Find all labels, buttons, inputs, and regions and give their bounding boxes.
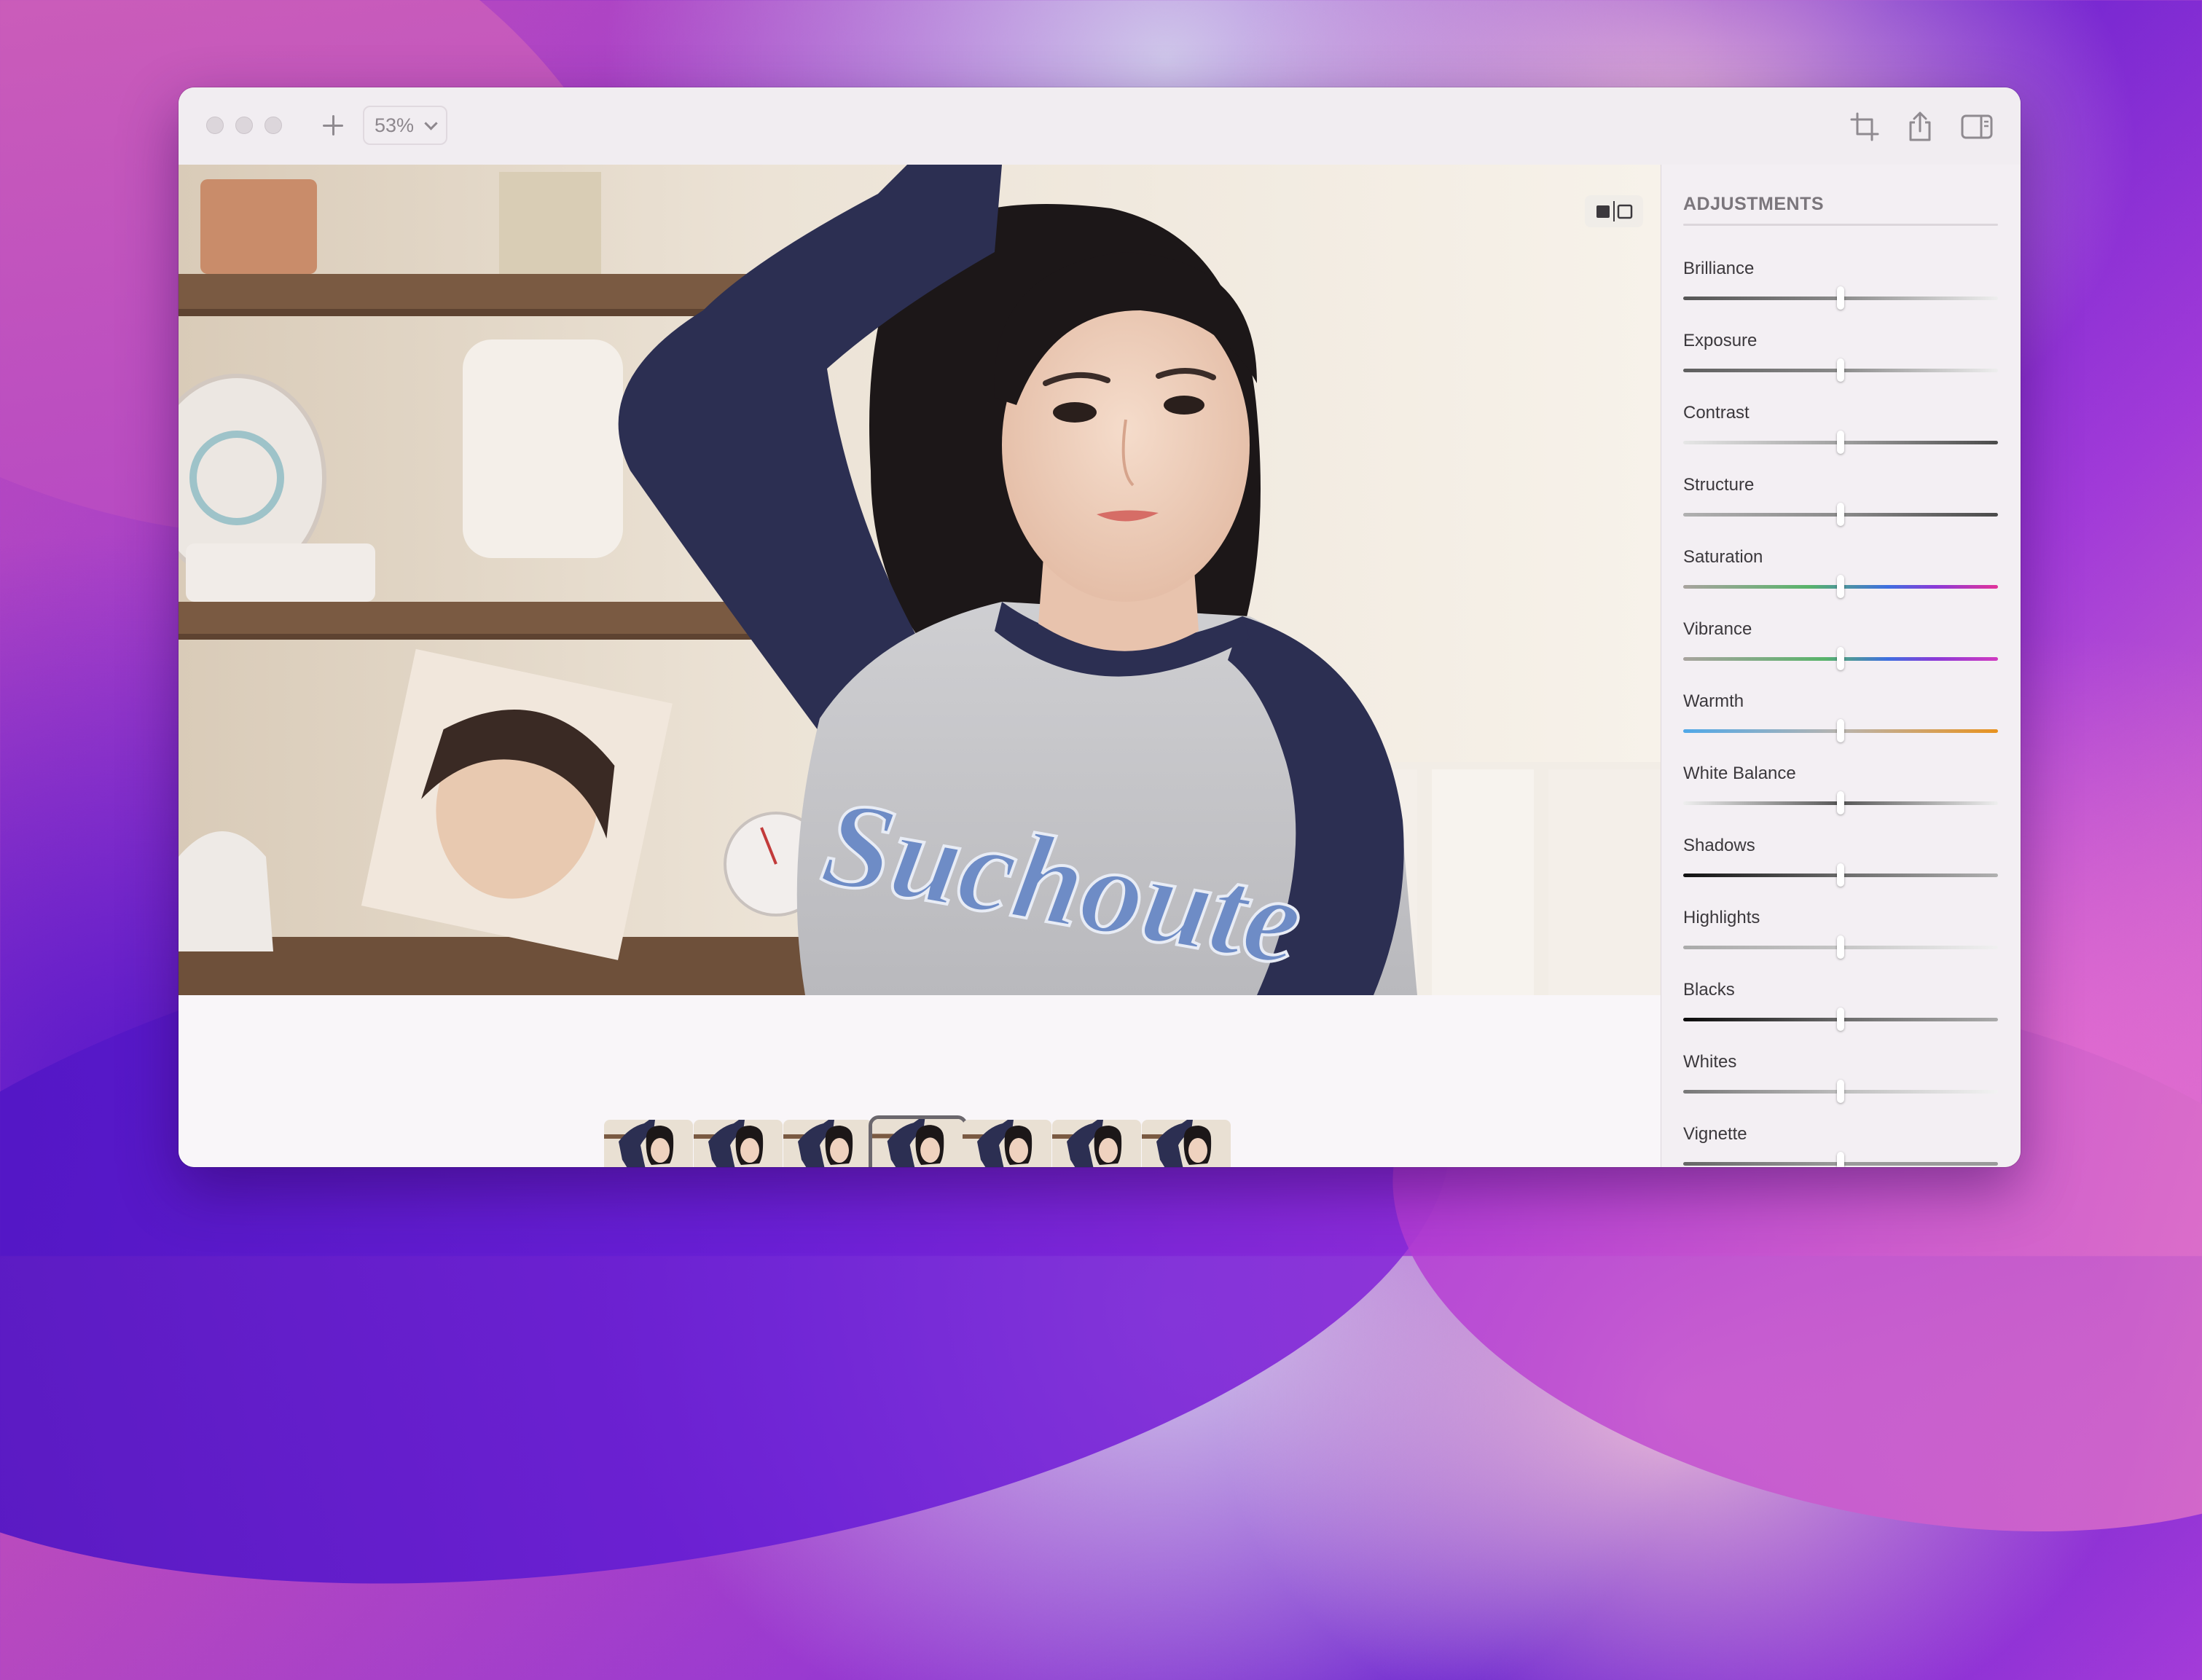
saturation-label: Saturation: [1683, 547, 1763, 567]
highlights-slider-thumb[interactable]: [1837, 935, 1844, 959]
filmstrip-thumbnail[interactable]: [1142, 1120, 1231, 1167]
chevron-down-icon: [424, 117, 438, 130]
exposure-label: Exposure: [1683, 331, 1758, 350]
adjustment-blacks: Blacks: [1683, 980, 1998, 1051]
adjustments-title: ADJUSTMENTS: [1683, 194, 1825, 214]
divider: [1683, 224, 1998, 226]
contrast-label: Contrast: [1683, 403, 1750, 423]
adjustments-sidebar: ADJUSTMENTS Brilliance Exposure Contrast St…: [1661, 165, 2021, 1167]
zoom-window-button[interactable]: [265, 117, 282, 134]
shadows-label: Shadows: [1683, 836, 1755, 855]
adjustment-brilliance: Brilliance: [1683, 259, 1998, 330]
whites-label: Whites: [1683, 1052, 1737, 1072]
minimize-window-button[interactable]: [235, 117, 253, 134]
whites-slider-thumb[interactable]: [1837, 1080, 1844, 1103]
share-icon[interactable]: [1903, 109, 1937, 144]
blacks-label: Blacks: [1683, 980, 1735, 1000]
filmstrip-thumbnail[interactable]: [694, 1120, 783, 1167]
adjustment-shadows: Shadows: [1683, 836, 1998, 907]
vibrance-slider-thumb[interactable]: [1837, 647, 1844, 670]
filmstrip-thumbnail[interactable]: [783, 1120, 872, 1167]
adjustment-white-balance: White Balance: [1683, 764, 1998, 835]
structure-label: Structure: [1683, 475, 1755, 495]
adjustment-exposure: Exposure: [1683, 331, 1998, 402]
saturation-slider-thumb[interactable]: [1837, 575, 1844, 598]
adjustment-highlights: Highlights: [1683, 908, 1998, 979]
brilliance-slider-thumb[interactable]: [1837, 286, 1844, 310]
photo-editor-window: 53% Suchoute ADJUSTMENTS Brilliance Expo…: [179, 87, 2021, 1167]
sidebar-toggle-icon[interactable]: [1959, 109, 1994, 144]
adjustment-vignette: Vignette: [1683, 1124, 1998, 1167]
white-balance-slider-thumb[interactable]: [1837, 791, 1844, 815]
warmth-label: Warmth: [1683, 691, 1744, 711]
vibrance-label: Vibrance: [1683, 619, 1752, 639]
shadows-slider-thumb[interactable]: [1837, 863, 1844, 887]
photo-canvas: Suchoute: [179, 165, 1661, 1167]
blacks-slider-thumb[interactable]: [1837, 1008, 1844, 1031]
highlights-label: Highlights: [1683, 908, 1760, 927]
compare-toggle[interactable]: [1585, 195, 1643, 227]
zoom-value: 53%: [375, 114, 415, 136]
zoom-dropdown[interactable]: 53%: [363, 106, 447, 145]
filmstrip-thumbnail[interactable]: [963, 1120, 1051, 1167]
adjustment-warmth: Warmth: [1683, 691, 1998, 763]
adjustment-contrast: Contrast: [1683, 403, 1998, 474]
filmstrip-thumbnail[interactable]: [869, 1115, 968, 1167]
exposure-slider-thumb[interactable]: [1837, 358, 1844, 382]
structure-slider-thumb[interactable]: [1837, 503, 1844, 526]
adjustment-saturation: Saturation: [1683, 547, 1998, 619]
add-icon[interactable]: [317, 109, 349, 141]
white-balance-label: White Balance: [1683, 764, 1796, 783]
crop-icon[interactable]: [1847, 109, 1882, 144]
adjustment-structure: Structure: [1683, 475, 1998, 546]
filmstrip-thumbnail[interactable]: [604, 1120, 693, 1167]
brilliance-label: Brilliance: [1683, 259, 1755, 278]
vignette-slider-thumb[interactable]: [1837, 1152, 1844, 1167]
contrast-slider-thumb[interactable]: [1837, 431, 1844, 454]
main-photo[interactable]: Suchoute: [179, 165, 1661, 995]
filmstrip-thumbnail[interactable]: [1052, 1120, 1141, 1167]
vignette-label: Vignette: [1683, 1124, 1747, 1144]
warmth-slider-thumb[interactable]: [1837, 719, 1844, 742]
adjustment-vibrance: Vibrance: [1683, 619, 1998, 691]
adjustment-whites: Whites: [1683, 1052, 1998, 1123]
close-window-button[interactable]: [206, 117, 224, 134]
toolbar: 53%: [179, 87, 2021, 165]
